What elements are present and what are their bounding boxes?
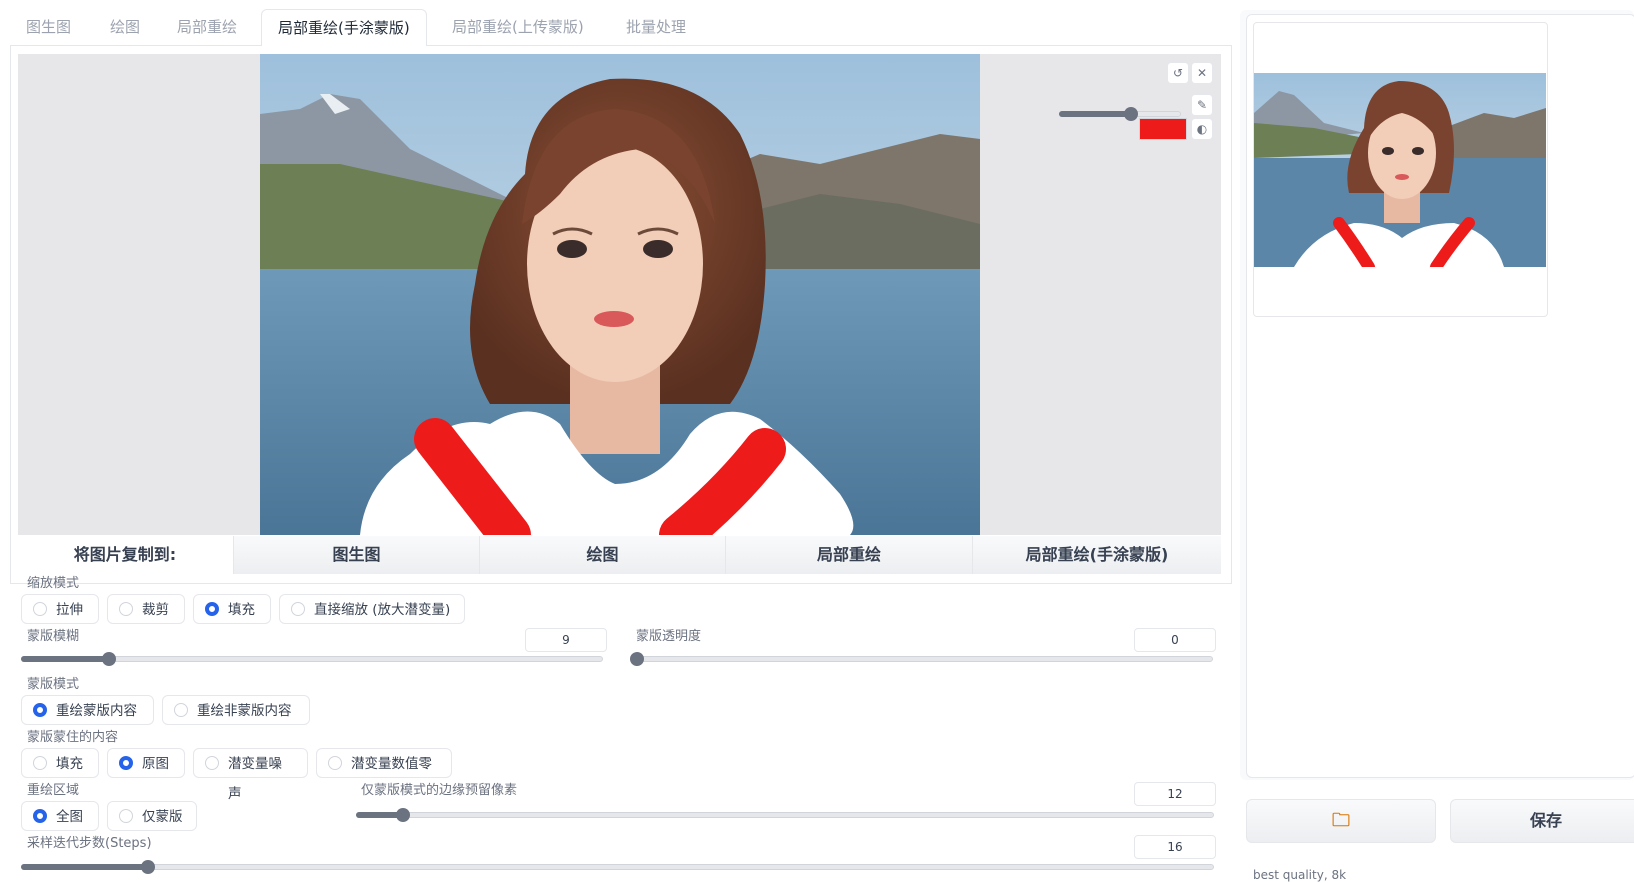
mask-blur-knob[interactable] — [102, 652, 116, 666]
radio-label: 原图 — [142, 756, 169, 772]
mask-blur-label: 蒙版模糊 — [27, 629, 80, 644]
masked-latent-nothing-radio[interactable]: 潜变量数值零 — [316, 748, 452, 778]
resize-fill-radio[interactable]: 填充 — [193, 594, 271, 624]
only-masked-padding-knob[interactable] — [396, 808, 410, 822]
mask-opacity-knob[interactable] — [630, 652, 644, 666]
radio-label: 裁剪 — [142, 602, 169, 618]
radio-label: 重绘非蒙版内容 — [197, 703, 292, 719]
brush-color-swatch[interactable] — [1139, 118, 1187, 140]
radio-label: 潜变量数值零 — [351, 756, 432, 772]
only-masked-padding-input[interactable]: 12 — [1134, 782, 1216, 806]
radio-label: 填充 — [56, 756, 83, 772]
undo-icon[interactable]: ↺ — [1167, 62, 1189, 84]
sampling-steps-input[interactable]: 16 — [1134, 835, 1216, 859]
resize-latent-radio[interactable]: 直接缩放 (放大潜变量) — [279, 594, 465, 624]
inpaint-only-masked-radio[interactable]: 仅蒙版 — [107, 801, 197, 831]
masked-latent-noise-radio[interactable]: 潜变量噪声 — [193, 748, 308, 802]
sampling-steps-slider[interactable] — [21, 864, 1214, 870]
radio-label: 拉伸 — [56, 602, 83, 618]
tab-inpaint-sketch[interactable]: 局部重绘(手涂蒙版) — [261, 9, 427, 46]
copy-to-inpaint-sketch-button[interactable]: 局部重绘(手涂蒙版) — [972, 536, 1221, 574]
copy-to-inpaint-button[interactable]: 局部重绘 — [725, 536, 972, 574]
tab-inpaint-upload[interactable]: 局部重绘(上传蒙版) — [452, 14, 584, 40]
tab-inpaint[interactable]: 局部重绘 — [177, 14, 237, 40]
save-button[interactable]: 保存 — [1450, 799, 1634, 843]
only-masked-padding-label: 仅蒙版模式的边缘预留像素 — [361, 783, 518, 798]
radio-label: 重绘蒙版内容 — [56, 703, 137, 719]
radio-label: 潜变量噪声 — [228, 756, 282, 802]
radio-label: 填充 — [228, 602, 255, 618]
radio-dot — [174, 703, 188, 717]
radio-dot — [33, 703, 47, 717]
mask-opacity-label: 蒙版透明度 — [636, 629, 702, 644]
tab-img2img[interactable]: 图生图 — [26, 14, 71, 40]
brush-size-fill — [1059, 111, 1130, 117]
brush-size-knob[interactable] — [1124, 107, 1138, 121]
output-thumbnail-image[interactable] — [1254, 73, 1546, 267]
radio-dot — [291, 602, 305, 616]
radio-dot — [119, 809, 133, 823]
mask-blur-fill — [21, 656, 109, 662]
inpaint-masked-radio[interactable]: 重绘蒙版内容 — [21, 695, 154, 725]
sampling-steps-label: 采样迭代步数(Steps) — [27, 836, 152, 851]
radio-label: 仅蒙版 — [142, 809, 183, 825]
radio-dot — [33, 602, 47, 616]
radio-dot — [119, 602, 133, 616]
radio-dot — [119, 756, 133, 770]
tab-batch[interactable]: 批量处理 — [626, 14, 686, 40]
radio-label: 全图 — [56, 809, 83, 825]
radio-dot — [33, 809, 47, 823]
resize-mode-label: 缩放模式 — [27, 576, 80, 591]
radio-dot — [33, 756, 47, 770]
tab-sketch[interactable]: 绘图 — [110, 14, 140, 40]
mask-opacity-slider[interactable] — [632, 656, 1213, 662]
sampling-steps-fill — [21, 864, 148, 870]
sketch-canvas-image[interactable] — [260, 54, 980, 535]
resize-stretch-radio[interactable]: 拉伸 — [21, 594, 99, 624]
sampling-steps-knob[interactable] — [141, 860, 155, 874]
mask-blur-input[interactable]: 9 — [525, 628, 607, 652]
open-folder-button[interactable]: 🗀 — [1246, 799, 1436, 843]
folder-icon: 🗀 — [1332, 810, 1350, 831]
brush-icon[interactable]: ✎ — [1191, 94, 1213, 116]
inpaint-whole-picture-radio[interactable]: 全图 — [21, 801, 99, 831]
inpaint-not-masked-radio[interactable]: 重绘非蒙版内容 — [162, 695, 310, 725]
mask-mode-label: 蒙版模式 — [27, 677, 80, 692]
copy-to-sketch-button[interactable]: 绘图 — [479, 536, 725, 574]
copy-to-img2img-button[interactable]: 图生图 — [233, 536, 479, 574]
copy-to-label: 将图片复制到: — [73, 545, 177, 564]
resize-crop-radio[interactable]: 裁剪 — [107, 594, 185, 624]
inpaint-area-label: 重绘区域 — [27, 783, 80, 798]
mask-opacity-input[interactable]: 0 — [1134, 628, 1216, 652]
radio-dot — [205, 756, 219, 770]
prompt-preview-text: best quality, 8k — [1253, 868, 1347, 882]
radio-label: 直接缩放 (放大潜变量) — [314, 602, 451, 618]
masked-original-radio[interactable]: 原图 — [107, 748, 185, 778]
masked-fill-radio[interactable]: 填充 — [21, 748, 99, 778]
only-masked-padding-slider[interactable] — [356, 812, 1214, 818]
palette-icon[interactable]: ◐ — [1191, 118, 1213, 140]
radio-dot — [205, 602, 219, 616]
close-icon[interactable]: ✕ — [1191, 62, 1213, 84]
radio-dot — [328, 756, 342, 770]
masked-content-label: 蒙版蒙住的内容 — [27, 730, 119, 745]
